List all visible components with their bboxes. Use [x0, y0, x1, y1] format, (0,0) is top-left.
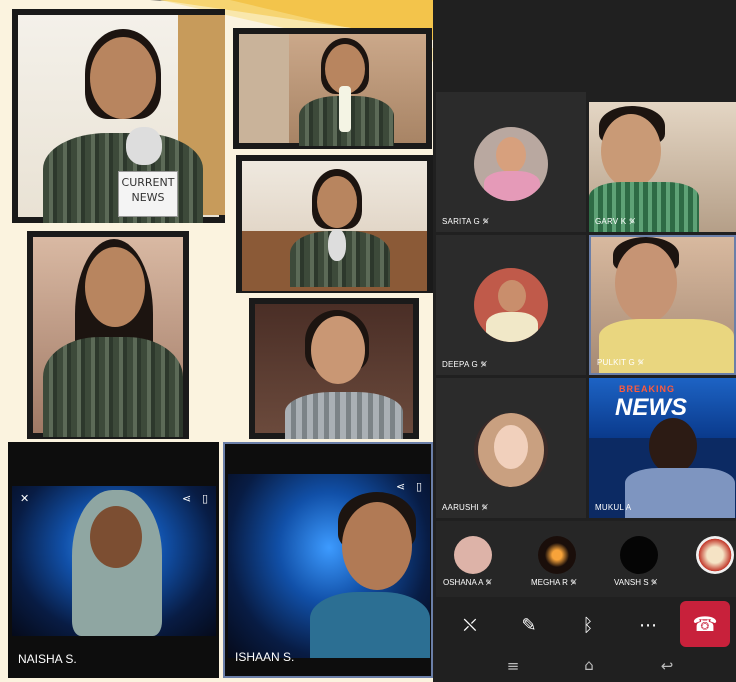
- close-icon[interactable]: ✕: [20, 492, 29, 505]
- back-icon[interactable]: ↩: [652, 657, 682, 675]
- participant-tile-sarita[interactable]: SARITA G ✎̸: [436, 92, 586, 232]
- participant-tile-deepa[interactable]: DEEPA G ✎̸: [436, 235, 586, 375]
- student-photo-headband: [249, 298, 419, 439]
- more-icon[interactable]: ⋯: [630, 611, 666, 641]
- student-video-ishaan: ⋖ ▯ ISHAAN S.: [223, 442, 433, 678]
- home-icon[interactable]: ⌂: [574, 656, 604, 674]
- student-video-naisha: ✕ ⋖ ▯ NAISHA S.: [8, 442, 219, 678]
- participant-name: MEGHA R: [531, 578, 568, 587]
- mic-off-icon: ✎̸: [570, 578, 577, 587]
- mic-off-icon: ✎̸: [485, 578, 492, 587]
- avatar[interactable]: [696, 536, 734, 574]
- avatar[interactable]: [538, 536, 576, 574]
- mic-off-icon: ✎̸: [637, 358, 645, 367]
- bookmark-icon[interactable]: ▯: [202, 492, 208, 505]
- recent-apps-icon[interactable]: ≡: [498, 657, 528, 675]
- participant-name: GARV K: [595, 217, 627, 226]
- naisha-label: NAISHA S.: [18, 652, 77, 666]
- avatar[interactable]: [620, 536, 658, 574]
- participant-tile-mukul[interactable]: BREAKING NEWS MUKUL A: [589, 378, 736, 518]
- mic-off-icon: ✎̸: [481, 503, 489, 512]
- breaking-news-top: BREAKING: [619, 384, 676, 394]
- participant-tile-garv[interactable]: GARV K ✎̸: [589, 102, 736, 232]
- end-call-button[interactable]: ☎: [680, 601, 730, 647]
- participant-name: SARITA G: [442, 217, 480, 226]
- news-sign-line1: CURRENT: [121, 176, 175, 189]
- student-photo-reporter: CURRENT NEWS: [12, 9, 225, 223]
- participant-tile-aarushi[interactable]: AARUSHI ✎̸: [436, 378, 586, 518]
- ishaan-label: ISHAAN S.: [235, 650, 295, 664]
- share-icon[interactable]: ⋖: [396, 480, 405, 493]
- participant-name: PULKIT G: [597, 358, 635, 367]
- share-icon[interactable]: ⋖: [182, 492, 191, 505]
- participant-name: AARUSHI: [442, 503, 479, 512]
- news-sign-line2: NEWS: [131, 191, 165, 204]
- end-call-icon: ☎: [692, 612, 718, 636]
- participant-name: DEEPA G: [442, 360, 478, 369]
- participant-tile-pulkit[interactable]: PULKIT G ✎̸: [589, 235, 736, 375]
- mic-off-icon: ✎̸: [480, 360, 488, 369]
- student-photo-bottle: [233, 28, 432, 149]
- avatar[interactable]: [454, 536, 492, 574]
- student-photo-sofa: [236, 155, 433, 293]
- participant-name: VANSH S: [614, 578, 649, 587]
- bluetooth-icon[interactable]: ᛒ: [570, 611, 606, 641]
- avatar: [474, 127, 548, 201]
- avatar: [474, 413, 548, 487]
- mic-off-icon: ✎̸: [650, 578, 658, 587]
- avatar: [474, 268, 548, 342]
- mic-off-icon: ✎̸: [482, 217, 490, 226]
- participant-name: MUKUL A: [595, 503, 632, 512]
- student-photo-checked: [27, 231, 189, 439]
- mic-off-icon: ✎̸: [628, 217, 636, 226]
- news-sign: CURRENT NEWS: [118, 171, 178, 217]
- participant-name: OSHANA A: [443, 578, 484, 587]
- bookmark-icon[interactable]: ▯: [416, 480, 422, 493]
- mic-off-icon[interactable]: ✎: [511, 611, 547, 641]
- video-off-icon[interactable]: ⛌: [452, 611, 488, 641]
